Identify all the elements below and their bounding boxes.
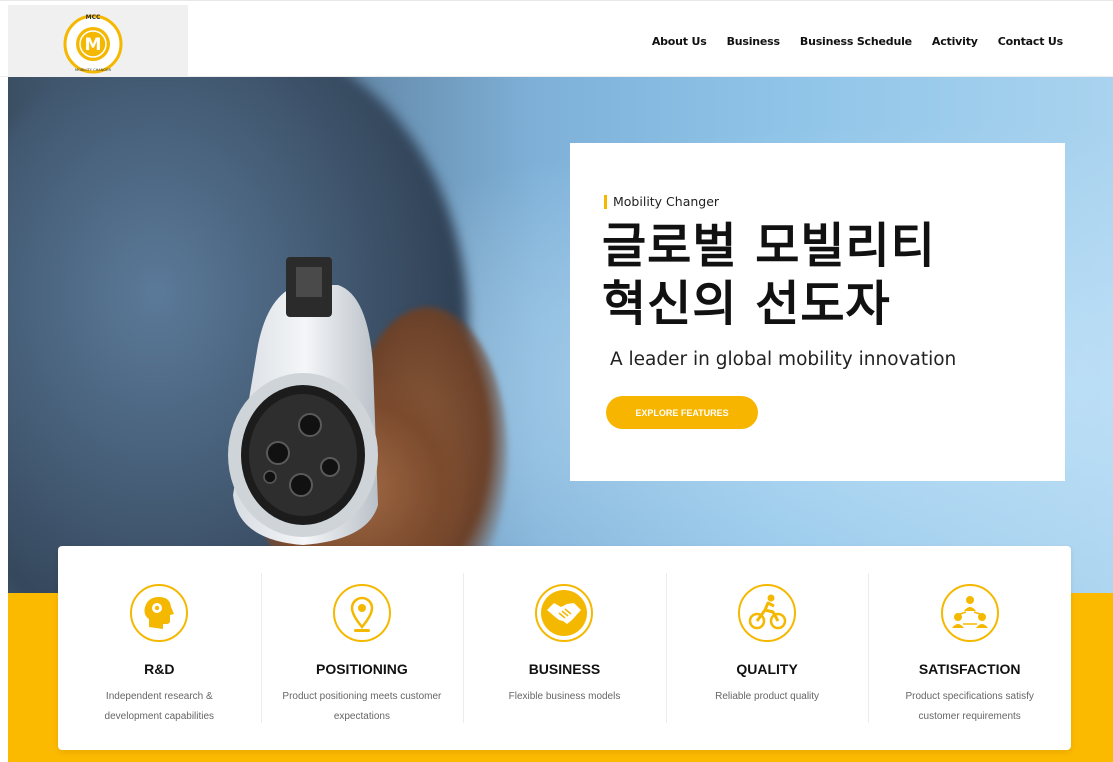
hero-subtitle: A leader in global mobility innovation <box>610 349 957 370</box>
hero-title-line-2: 혁신의 선도자 <box>602 276 891 332</box>
head-brain-icon <box>130 584 189 642</box>
feature-desc: Reliable product quality <box>715 691 820 702</box>
feature-title: BUSINESS <box>528 661 601 677</box>
hero-card: Mobility Changer 글로벌 모빌리티 혁신의 선도자 A lead… <box>570 143 1065 481</box>
feature-satisfaction: SATISFACTION Product specifications sati… <box>868 546 1071 750</box>
svg-text:MOBILITY CHANGER: MOBILITY CHANGER <box>75 68 111 72</box>
hero-eyebrow: Mobility Changer <box>604 195 719 209</box>
explore-features-button[interactable]: EXPLORE FEATURES <box>606 396 758 429</box>
feature-desc: Product positioning meets customer expec… <box>282 691 442 722</box>
mcc-logo-icon[interactable]: M MCC MOBILITY CHANGER <box>60 9 126 75</box>
nav-business-schedule[interactable]: Business Schedule <box>800 35 912 48</box>
features-panel: R&D Independent research & development c… <box>58 546 1071 750</box>
site-header: M MCC MOBILITY CHANGER About Us Business… <box>0 0 1113 78</box>
feature-desc: Product specifications satisfy customer … <box>905 691 1034 722</box>
hero-title: 글로벌 모빌리티 혁신의 선도자 <box>602 217 1042 333</box>
cyclist-icon <box>738 584 797 642</box>
handshake-icon <box>535 584 594 642</box>
nav-business[interactable]: Business <box>727 35 781 48</box>
svg-text:M: M <box>85 35 102 55</box>
svg-text:MCC: MCC <box>86 14 101 21</box>
location-pin-icon <box>332 584 391 642</box>
ev-charger-plug-icon <box>228 257 378 545</box>
nav-contact-us[interactable]: Contact Us <box>998 35 1063 48</box>
feature-title: R&D <box>144 661 175 677</box>
main-nav: About Us Business Business Schedule Acti… <box>652 35 1063 48</box>
logo-container[interactable]: M MCC MOBILITY CHANGER <box>8 5 188 78</box>
hero-section: Mobility Changer 글로벌 모빌리티 혁신의 선도자 A lead… <box>8 77 1113 593</box>
feature-business: BUSINESS Flexible business models <box>463 546 666 750</box>
feature-quality: QUALITY Reliable product quality <box>665 546 869 750</box>
feature-title: POSITIONING <box>315 661 408 677</box>
hero-title-line-1: 글로벌 모빌리티 <box>602 218 936 274</box>
nav-about-us[interactable]: About Us <box>652 35 707 48</box>
people-network-icon <box>940 584 999 642</box>
feature-rnd: R&D Independent research & development c… <box>58 546 261 750</box>
feature-positioning: POSITIONING Product positioning meets cu… <box>260 546 464 750</box>
feature-desc: Flexible business models <box>508 691 621 702</box>
nav-activity[interactable]: Activity <box>932 35 978 48</box>
feature-title: QUALITY <box>736 661 798 677</box>
feature-title: SATISFACTION <box>918 661 1021 677</box>
feature-desc: Independent research & development capab… <box>104 691 215 722</box>
